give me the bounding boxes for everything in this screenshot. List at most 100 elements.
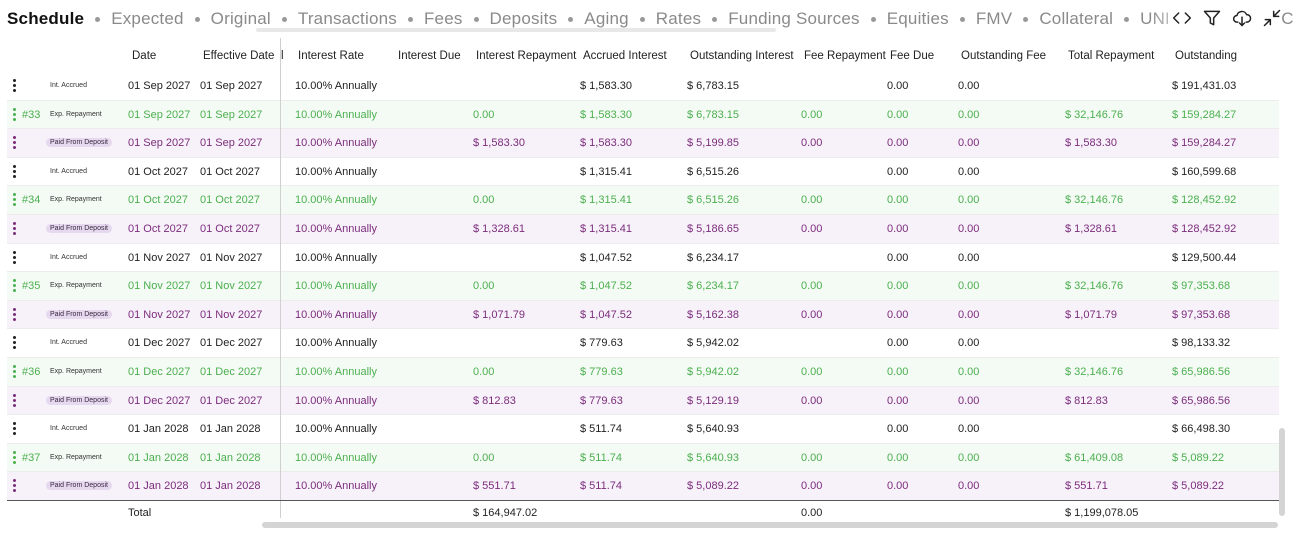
col-total-repayment[interactable]: Total Repayment xyxy=(1068,50,1154,62)
tab-scroll-indicator[interactable] xyxy=(256,28,776,32)
outstanding-cell: $ 65,986.56 xyxy=(1172,394,1231,407)
outstanding-interest-cell: $ 5,186.65 xyxy=(687,223,739,235)
row-menu-icon[interactable] xyxy=(10,79,18,93)
tab-equities[interactable]: Equities xyxy=(887,9,949,29)
col-effective-date[interactable]: Effective Date xyxy=(203,50,274,62)
col-outstanding[interactable]: Outstanding xyxy=(1175,50,1237,62)
outstanding-fee-cell: 0.00 xyxy=(958,194,980,207)
tab-funding-sources[interactable]: Funding Sources xyxy=(728,9,860,29)
fee-repayment-cell: 0.00 xyxy=(801,366,823,378)
row-menu-icon[interactable] xyxy=(10,393,18,408)
table-row[interactable]: #35 Exp. Repayment 01 Nov 2027 01 Nov 2027 1… xyxy=(7,272,1279,301)
table-row[interactable]: Int. Accrued 01 Nov 2027 01 Nov 2027 10.00%… xyxy=(7,243,1279,273)
total-repayment-cell: $ 32,146.76 xyxy=(1065,108,1124,121)
table-row[interactable]: Int. Accrued 01 Jan 2028 01 Jan 2028 10.00%… xyxy=(7,415,1279,444)
table-row[interactable]: Int. Accrued 01 Dec 2027 01 Dec 2027 10.00%… xyxy=(7,329,1279,358)
date-cell: 01 Sep 2027 xyxy=(128,80,191,92)
col-interest-repayment[interactable]: Interest Repayment xyxy=(476,50,576,62)
row-type-badge: Int. Accrued xyxy=(50,167,87,175)
tab-schedule[interactable]: Schedule xyxy=(7,9,84,29)
vertical-scrollbar[interactable] xyxy=(1279,428,1285,516)
row-menu-icon[interactable] xyxy=(10,107,18,122)
tab-separator xyxy=(639,16,645,22)
row-type-badge: Paid From Deposit xyxy=(46,395,112,405)
tab-deposits[interactable]: Deposits xyxy=(490,9,558,29)
row-menu-icon[interactable] xyxy=(10,450,18,465)
table-row[interactable]: Paid From Deposit 01 Nov 2027 01 Nov 2027 1… xyxy=(7,300,1279,330)
row-number: #33 xyxy=(22,108,41,121)
fee-due-cell: 0.00 xyxy=(887,423,909,436)
col-outstanding-fee[interactable]: Outstanding Fee xyxy=(961,50,1046,62)
fee-due-cell: 0.00 xyxy=(887,366,909,378)
tab-aging[interactable]: Aging xyxy=(584,9,628,29)
date-cell: 01 Nov 2027 xyxy=(128,251,191,264)
row-menu-icon[interactable] xyxy=(10,279,18,293)
horizontal-scrollbar[interactable] xyxy=(262,522,1278,528)
collapse-icon[interactable] xyxy=(1262,8,1282,28)
date-cell: 01 Jan 2028 xyxy=(128,423,189,436)
outstanding-cell: $ 159,284.27 xyxy=(1172,137,1237,150)
row-menu-icon[interactable] xyxy=(10,136,18,150)
fee-repayment-cell: 0.00 xyxy=(801,394,823,407)
col-interest-rate[interactable]: Interest Rate xyxy=(298,50,364,62)
tab-rates[interactable]: Rates xyxy=(656,9,701,29)
tab-separator xyxy=(568,16,574,22)
col-partial[interactable]: l xyxy=(281,50,284,62)
row-type-badge: Exp. Repayment xyxy=(50,453,102,461)
row-type-badge: Int. Accrued xyxy=(50,425,87,433)
outstanding-cell: $ 97,353.68 xyxy=(1172,308,1231,321)
tab-fees[interactable]: Fees xyxy=(424,9,463,29)
table-row[interactable]: #37 Exp. Repayment 01 Jan 2028 01 Jan 2028 1… xyxy=(7,443,1279,473)
cloud-download-icon[interactable] xyxy=(1232,8,1252,28)
table-row[interactable]: #36 Exp. Repayment 01 Dec 2027 01 Dec 2027 1… xyxy=(7,358,1279,387)
row-number: #36 xyxy=(22,366,41,378)
table-row[interactable]: Paid From Deposit 01 Dec 2027 01 Dec 2027 1… xyxy=(7,386,1279,416)
table-row[interactable]: Paid From Deposit 01 Jan 2028 01 Jan 2028 1… xyxy=(7,472,1279,501)
row-menu-icon[interactable] xyxy=(10,307,18,322)
tab-transactions[interactable]: Transactions xyxy=(298,9,397,29)
interest-rate-cell: 10.00% Annually xyxy=(295,394,377,407)
col-interest-due[interactable]: Interest Due xyxy=(398,50,461,62)
effective-date-cell: 01 Nov 2027 xyxy=(200,251,263,264)
total-repayment-cell: $ 32,146.76 xyxy=(1065,280,1124,293)
col-accrued-interest[interactable]: Accrued Interest xyxy=(583,50,667,62)
interest-rate-cell: 10.00% Annually xyxy=(295,337,377,350)
col-outstanding-interest[interactable]: Outstanding Interest xyxy=(690,50,794,62)
filter-icon[interactable] xyxy=(1202,8,1222,28)
tab-collateral[interactable]: Collateral xyxy=(1039,9,1113,29)
fee-due-cell: 0.00 xyxy=(887,108,909,121)
tab-separator xyxy=(1124,16,1130,22)
row-menu-icon[interactable] xyxy=(10,222,18,236)
tab-fmv[interactable]: FMV xyxy=(976,9,1012,29)
col-date[interactable]: Date xyxy=(132,50,156,62)
table-row[interactable]: Int. Accrued 01 Oct 2027 01 Oct 2027 10.00%… xyxy=(7,157,1279,187)
interest-repayment-cell: 0.00 xyxy=(473,366,495,378)
outstanding-cell: $ 128,452.92 xyxy=(1172,194,1237,207)
outstanding-interest-cell: $ 6,783.15 xyxy=(687,108,739,121)
row-menu-icon[interactable] xyxy=(10,250,18,265)
row-menu-icon[interactable] xyxy=(10,336,18,350)
interest-rate-cell: 10.00% Annually xyxy=(295,451,377,464)
tab-separator xyxy=(870,16,876,22)
interest-repayment-cell: $ 551.71 xyxy=(473,480,516,493)
code-view-icon[interactable] xyxy=(1172,8,1192,28)
outstanding-fee-cell: 0.00 xyxy=(958,423,980,436)
outstanding-interest-cell: $ 6,515.26 xyxy=(687,165,739,178)
table-row[interactable]: #33 Exp. Repayment 01 Sep 2027 01 Sep 2027 1… xyxy=(7,100,1279,130)
table-row[interactable]: #34 Exp. Repayment 01 Oct 2027 01 Oct 2027 1… xyxy=(7,186,1279,215)
tab-expected[interactable]: Expected xyxy=(111,9,183,29)
outstanding-fee-cell: 0.00 xyxy=(958,80,980,92)
row-menu-icon[interactable] xyxy=(10,193,18,207)
table-row[interactable]: Int. Accrued 01 Sep 2027 01 Sep 2027 10.00%… xyxy=(7,72,1279,101)
table-row[interactable]: Paid From Deposit 01 Sep 2027 01 Sep 2027 1… xyxy=(7,129,1279,158)
row-menu-icon[interactable] xyxy=(10,479,18,493)
col-fee-due[interactable]: Fee Due xyxy=(890,50,934,62)
frozen-column-divider xyxy=(280,38,281,518)
row-menu-icon[interactable] xyxy=(10,422,18,436)
tab-original[interactable]: Original xyxy=(211,9,271,29)
row-menu-icon[interactable] xyxy=(10,365,18,379)
col-fee-repayment[interactable]: Fee Repayment xyxy=(804,50,886,62)
table-row[interactable]: Paid From Deposit 01 Oct 2027 01 Oct 2027 1… xyxy=(7,215,1279,244)
row-menu-icon[interactable] xyxy=(10,164,18,179)
interest-rate-cell: 10.00% Annually xyxy=(295,280,377,293)
